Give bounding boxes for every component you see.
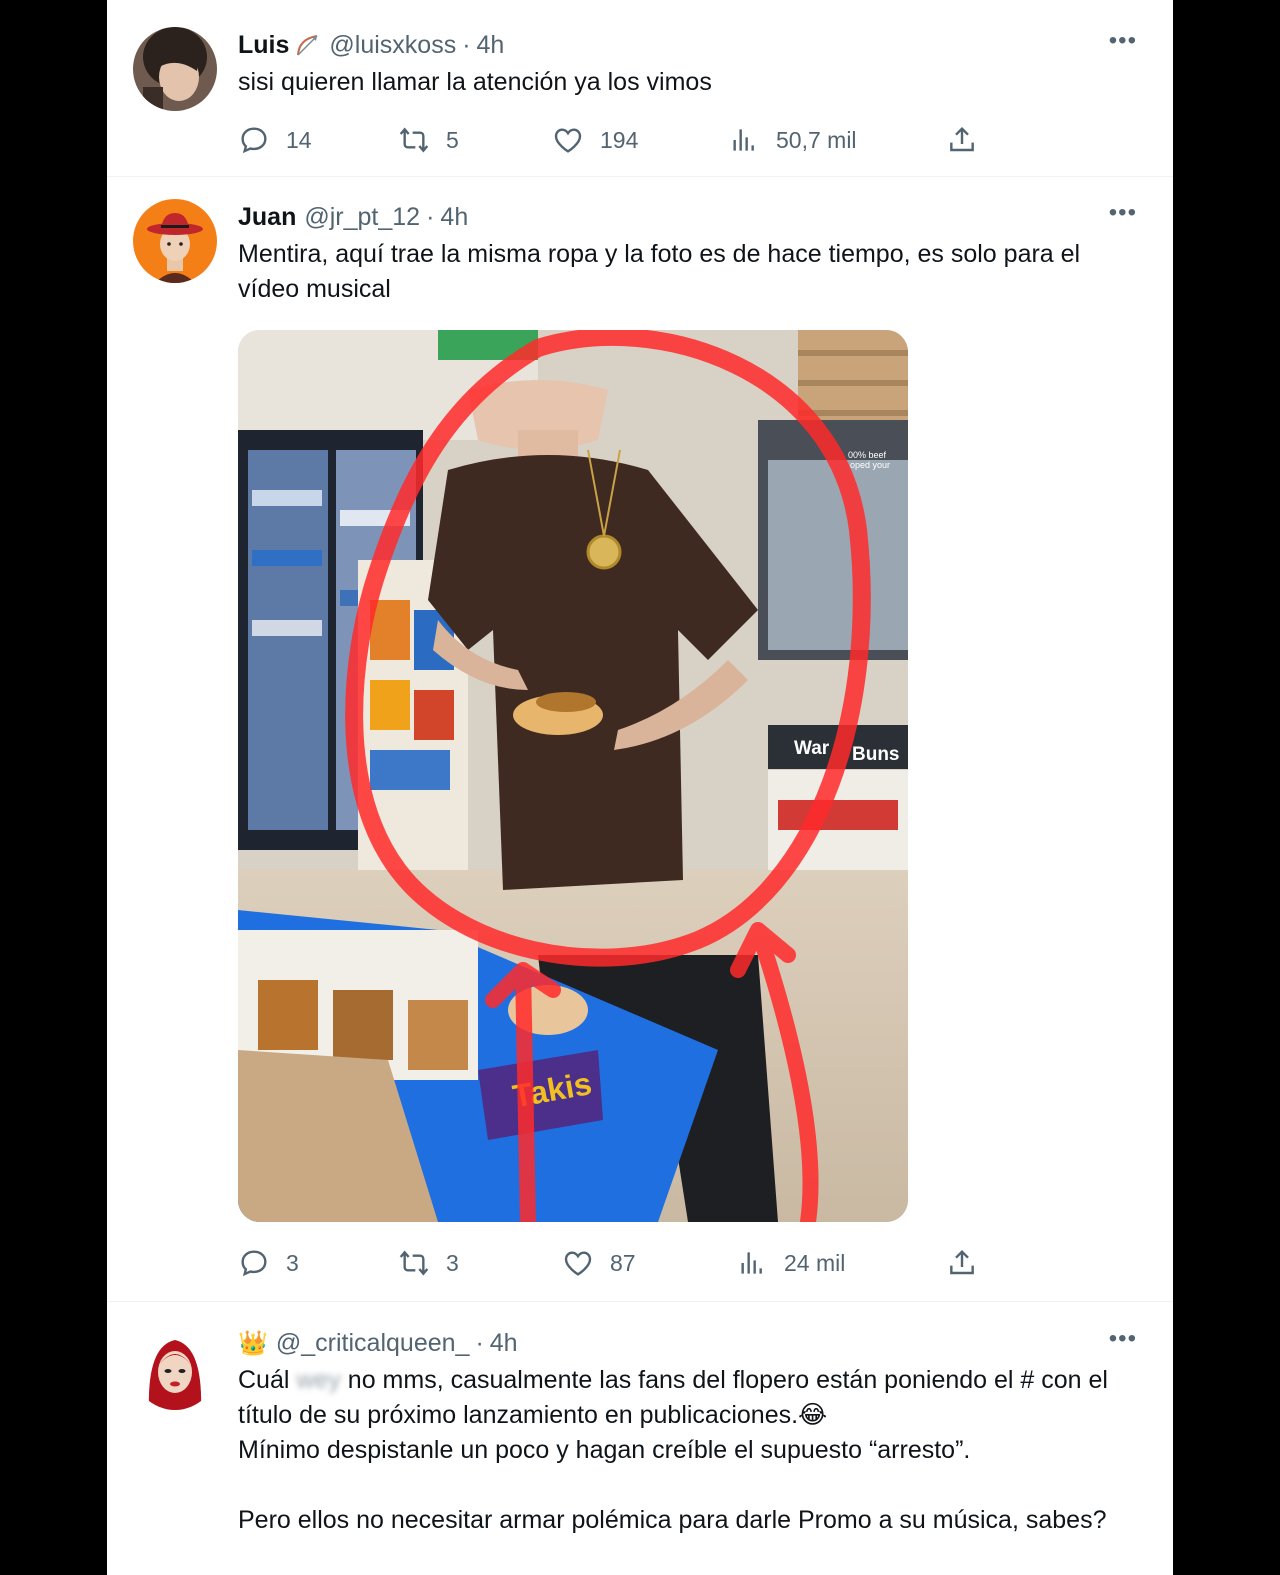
more-icon[interactable]: ••• bbox=[1107, 29, 1137, 58]
like-icon bbox=[564, 1251, 592, 1276]
like-icon bbox=[554, 128, 582, 153]
tweet-photo[interactable]: 00% beef oped your War Buns Takis bbox=[238, 330, 908, 1222]
store-photo: 00% beef oped your War Buns Takis bbox=[238, 330, 908, 1222]
handle[interactable]: @luisxkoss bbox=[329, 31, 456, 60]
reply-button[interactable]: 3 bbox=[238, 1243, 299, 1283]
tweet-text-rest: no mms, casualmente las fans del flopero… bbox=[238, 1366, 1108, 1534]
sign-text-4: Buns bbox=[852, 744, 900, 765]
retweet-icon bbox=[399, 1250, 429, 1276]
tweet-text: Cuál wey no mms, casualmente las fans de… bbox=[238, 1363, 1137, 1538]
separator: · bbox=[462, 30, 471, 59]
share-icon bbox=[950, 126, 974, 152]
reply-button[interactable]: 14 bbox=[238, 120, 312, 160]
tweet-actions: 3 3 87 24 mil bbox=[238, 1243, 978, 1283]
timestamp[interactable]: 4h bbox=[477, 31, 505, 60]
tweet-criticalqueen[interactable]: 👑 @_criticalqueen_ · 4h ••• Cuál wey no … bbox=[107, 1302, 1173, 1575]
share-icon bbox=[950, 1249, 974, 1275]
views-button[interactable]: 24 mil bbox=[736, 1243, 845, 1283]
like-count: 87 bbox=[610, 1249, 636, 1276]
tweet-header: Luis @luisxkoss · 4h ••• bbox=[238, 28, 1137, 62]
tweet-text: sisi quieren llamar la atención ya los v… bbox=[238, 68, 712, 96]
reply-count: 14 bbox=[286, 126, 312, 153]
views-button[interactable]: 50,7 mil bbox=[728, 120, 857, 160]
bow-and-arrow-icon bbox=[295, 33, 321, 57]
retweet-button[interactable]: 3 bbox=[398, 1243, 459, 1283]
avatar[interactable] bbox=[133, 27, 217, 111]
share-button[interactable] bbox=[946, 1243, 978, 1283]
tweet-text-start: Cuál bbox=[238, 1366, 297, 1394]
censored-word: wey bbox=[296, 1366, 341, 1394]
more-icon[interactable]: ••• bbox=[1107, 1327, 1137, 1356]
timeline: Luis @luisxkoss · 4h ••• sisi quieren ll… bbox=[107, 0, 1173, 1575]
views-icon bbox=[733, 129, 754, 151]
avatar[interactable] bbox=[133, 199, 217, 283]
more-icon[interactable]: ••• bbox=[1107, 201, 1137, 230]
share-button[interactable] bbox=[946, 120, 978, 160]
handle[interactable]: @jr_pt_12 bbox=[304, 203, 420, 232]
display-name[interactable]: Juan bbox=[238, 203, 296, 232]
sign-text-2: oped your bbox=[850, 460, 890, 470]
view-count: 24 mil bbox=[784, 1249, 846, 1276]
like-count: 194 bbox=[600, 126, 639, 153]
separator: · bbox=[475, 1328, 484, 1357]
view-count: 50,7 mil bbox=[776, 126, 857, 153]
retweet-count: 5 bbox=[446, 126, 459, 153]
display-name[interactable]: Luis bbox=[238, 31, 289, 60]
reply-icon bbox=[241, 127, 267, 154]
reply-count: 3 bbox=[286, 1249, 299, 1276]
separator: · bbox=[426, 202, 435, 231]
timestamp[interactable]: 4h bbox=[490, 1329, 518, 1358]
tweet-text: Mentira, aquí trae la misma ropa y la fo… bbox=[238, 240, 1088, 303]
tweet-header: 👑 @_criticalqueen_ · 4h ••• bbox=[238, 1326, 1137, 1360]
reply-icon bbox=[241, 1250, 267, 1277]
avatar[interactable] bbox=[133, 1326, 217, 1410]
retweet-button[interactable]: 5 bbox=[398, 120, 459, 160]
tweet-header: Juan @jr_pt_12 · 4h ••• bbox=[238, 200, 1137, 234]
retweet-icon bbox=[399, 127, 429, 153]
retweet-count: 3 bbox=[446, 1249, 459, 1276]
sign-text-1: 00% beef bbox=[848, 450, 887, 460]
sign-text-3: War bbox=[794, 738, 830, 759]
timestamp[interactable]: 4h bbox=[440, 203, 468, 232]
tweet-luis[interactable]: Luis @luisxkoss · 4h ••• sisi quieren ll… bbox=[107, 0, 1173, 177]
tweet-actions: 14 5 194 50,7 mil bbox=[238, 120, 978, 160]
like-button[interactable]: 87 bbox=[562, 1243, 636, 1283]
views-icon bbox=[741, 1252, 762, 1274]
like-button[interactable]: 194 bbox=[552, 120, 638, 160]
handle[interactable]: @_criticalqueen_ bbox=[276, 1329, 470, 1358]
crown-emoji: 👑 bbox=[238, 1329, 268, 1357]
tweet-juan[interactable]: Juan @jr_pt_12 · 4h ••• Mentira, aquí tr… bbox=[107, 177, 1173, 1302]
